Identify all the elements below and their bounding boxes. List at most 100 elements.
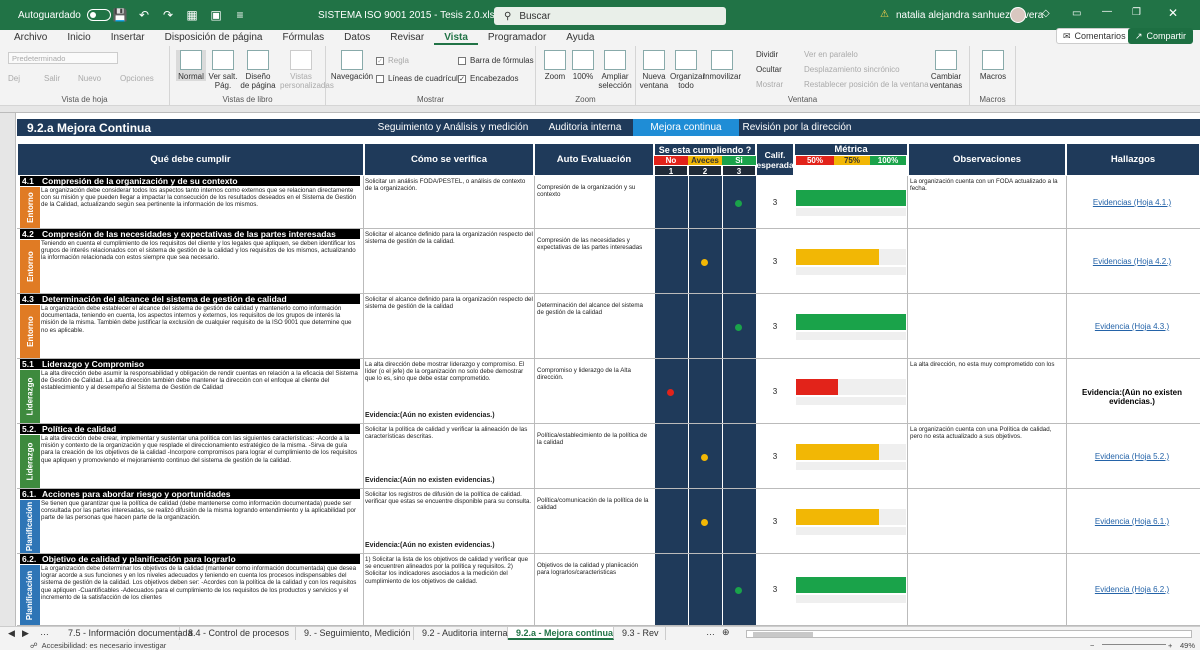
menu-tab-4[interactable]: Fórmulas: [272, 32, 334, 45]
zoom-minus-icon[interactable]: −: [1090, 641, 1094, 650]
sheet-tab-0[interactable]: 7.5 - Información documentada: [60, 627, 193, 640]
compliance-option-1[interactable]: [654, 489, 688, 553]
findings-link[interactable]: Evidencia (Hoja 6.2.): [1067, 585, 1197, 594]
tab-more-left-icon[interactable]: …: [40, 627, 49, 637]
reset-position-button: Restablecer posición de la ventana: [804, 80, 929, 89]
header-n1: 1: [654, 165, 688, 176]
menu-tab-1[interactable]: Inicio: [57, 32, 100, 45]
findings-link[interactable]: Evidencias (Hoja 4.2.): [1067, 257, 1197, 266]
freeze-panes-button[interactable]: Inmovilizar: [702, 50, 742, 81]
save-icon[interactable]: 💾: [112, 7, 128, 23]
horizontal-scrollbar[interactable]: [746, 630, 1192, 638]
menu-tab-6[interactable]: Revisar: [380, 32, 434, 45]
formula-bar-check-icon: [458, 56, 466, 65]
req-number: 4.2: [20, 229, 40, 239]
hide-button[interactable]: Ocultar: [756, 65, 782, 74]
macros-button[interactable]: Macros: [974, 50, 1012, 81]
compliance-option-2[interactable]: [688, 359, 722, 423]
compliance-option-1[interactable]: [654, 176, 688, 228]
sheet-tab-4[interactable]: 9.2.a - Mejora continua: [508, 627, 614, 640]
category-text: Entorno: [25, 192, 35, 223]
page-layout-button[interactable]: Diseño de página: [240, 50, 276, 90]
findings-link[interactable]: Evidencia (Hoja 4.3.): [1067, 322, 1197, 331]
tab-more-right-icon[interactable]: …: [706, 627, 715, 637]
headings-checkbox[interactable]: ✓ Encabezados: [458, 74, 518, 83]
grid-icon[interactable]: ▦: [184, 7, 200, 23]
compliance-option-3[interactable]: [722, 424, 756, 488]
header-sometimes: Aveces: [688, 156, 722, 165]
camera-icon[interactable]: ▣: [208, 7, 224, 23]
minimize-icon[interactable]: —: [1102, 6, 1112, 17]
nav-seguimiento[interactable]: Seguimiento y Análisis y medición: [369, 119, 537, 136]
zoom-plus-icon[interactable]: +: [1168, 641, 1172, 650]
worksheet[interactable]: 9.2.a Mejora Continua Seguimiento y Anál…: [0, 113, 1200, 626]
compliance-option-2[interactable]: [688, 554, 722, 625]
undo-icon[interactable]: ↶: [136, 7, 152, 23]
menu-tab-0[interactable]: Archivo: [4, 32, 57, 45]
verify-text: 1) Solicitar la lista de los objetivos d…: [365, 556, 529, 585]
accessibility-status[interactable]: Accesibilidad: es necesario investigar: [42, 641, 167, 650]
comments-label: Comentarios: [1074, 31, 1126, 41]
share-button[interactable]: ↗ Compartir: [1128, 28, 1194, 44]
new-window-button[interactable]: Nueva ventana: [638, 50, 670, 90]
formula-bar-checkbox[interactable]: Barra de fórmulas: [458, 56, 534, 65]
nav-auditoria[interactable]: Auditoria interna: [537, 119, 633, 136]
sheet-tab-1[interactable]: 8.4 - Control de procesos: [180, 627, 296, 640]
menu-tab-7[interactable]: Vista: [434, 32, 478, 45]
add-sheet-icon[interactable]: ⊕: [722, 627, 730, 638]
compliance-option-1[interactable]: [654, 294, 688, 358]
observations-text: [910, 556, 1065, 624]
navigation-button[interactable]: Navegación: [330, 50, 374, 81]
zoom-selection-button[interactable]: Ampliar selección: [596, 50, 634, 90]
redo-icon[interactable]: ↷: [160, 7, 176, 23]
tab-scroll-right-icon[interactable]: ▶: [22, 628, 29, 639]
compliance-option-3[interactable]: [722, 359, 756, 423]
menu-tab-9[interactable]: Ayuda: [556, 32, 604, 45]
scrollbar-thumb[interactable]: [753, 632, 813, 637]
diamond-icon[interactable]: ◇: [1042, 8, 1050, 19]
metric-bar-bg: [796, 527, 906, 535]
normal-view-button[interactable]: Normal: [176, 50, 206, 81]
search-box[interactable]: ⚲ Buscar: [494, 7, 726, 25]
compliance-option-3[interactable]: [722, 489, 756, 553]
menu-tab-3[interactable]: Disposición de página: [155, 32, 273, 45]
findings-link[interactable]: Evidencia (Hoja 5.2.): [1067, 452, 1197, 461]
findings-link[interactable]: Evidencias (Hoja 4.1.): [1067, 198, 1197, 207]
compliance-option-2[interactable]: [688, 294, 722, 358]
zoom-level[interactable]: 49%: [1180, 641, 1195, 650]
compliance-option-1[interactable]: [654, 229, 688, 293]
ribbon-display-icon[interactable]: ▭: [1072, 8, 1081, 19]
sheet-tab-2[interactable]: 9. - Seguimiento, Medición: [296, 627, 414, 640]
avatar[interactable]: [1010, 7, 1026, 23]
switch-windows-button[interactable]: Cambiar ventanas: [926, 50, 966, 90]
compliance-option-1[interactable]: [654, 424, 688, 488]
autosave[interactable]: Autoguardado: [18, 9, 111, 21]
zoom-button[interactable]: Zoom: [540, 50, 570, 81]
restore-icon[interactable]: ❐: [1132, 7, 1141, 18]
compliance-option-3[interactable]: [722, 229, 756, 293]
sheet-tab-5[interactable]: 9.3 - Rev: [614, 627, 666, 640]
compliance-option-2[interactable]: [688, 176, 722, 228]
close-icon[interactable]: ✕: [1168, 6, 1178, 20]
nav-mejora-continua[interactable]: Mejora continua: [633, 119, 739, 136]
zoom-100-button[interactable]: 100%: [570, 50, 596, 81]
compliance-option-1[interactable]: [654, 554, 688, 625]
split-button[interactable]: Dividir: [756, 50, 778, 59]
sheet-tab-3[interactable]: 9.2 - Auditoria interna: [414, 627, 508, 640]
zoom-slider[interactable]: [1102, 644, 1166, 645]
tab-scroll-left-icon[interactable]: ◀: [8, 628, 15, 639]
nav-revision-direccion[interactable]: Revisión por la dirección: [739, 119, 855, 136]
cell-border: [534, 176, 535, 229]
menu-tab-5[interactable]: Datos: [334, 32, 380, 45]
findings-link[interactable]: Evidencia (Hoja 6.1.): [1067, 517, 1197, 526]
sheet-title: 9.2.a Mejora Continua: [27, 120, 152, 135]
page-break-button[interactable]: Ver salt. Pág.: [208, 50, 238, 90]
arrange-all-button[interactable]: Organizar todo: [670, 50, 705, 90]
req-number: 5.1: [20, 359, 40, 369]
quick-access-more-icon[interactable]: ≡: [232, 7, 248, 23]
arrange-all-icon: [675, 50, 697, 70]
menu-tab-8[interactable]: Programador: [478, 32, 556, 45]
menu-tab-2[interactable]: Insertar: [101, 32, 155, 45]
gridlines-checkbox[interactable]: Líneas de cuadrícula: [376, 74, 462, 83]
comments-button[interactable]: ✉ Comentarios: [1056, 28, 1133, 44]
